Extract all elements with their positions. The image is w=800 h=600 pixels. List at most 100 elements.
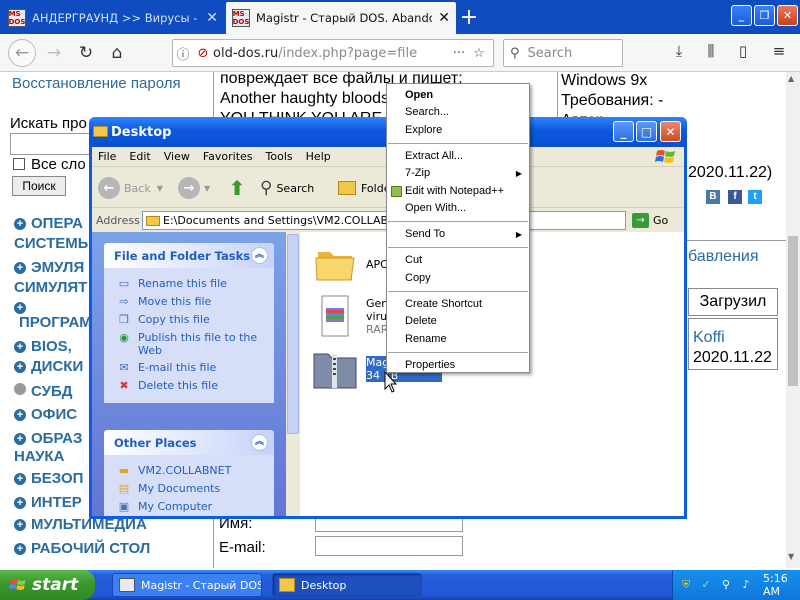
- address-input[interactable]: E:\Documents and Settings\VM2.COLLABNET\…: [142, 211, 626, 230]
- password-recovery-link[interactable]: Восстановление пароля: [12, 75, 181, 92]
- other-place-item[interactable]: ▣ My Computer: [116, 500, 274, 514]
- library-icon[interactable]: ⫼: [700, 42, 722, 64]
- checkbox[interactable]: [13, 158, 25, 170]
- file-task-item[interactable]: ▭ Rename this file: [116, 277, 274, 291]
- comment-email-input[interactable]: [315, 536, 463, 556]
- context-menu-item[interactable]: Delete: [388, 313, 528, 330]
- browser-tab-magistr[interactable]: MSDOS Magistr - Старый DOS. Abandonwa ✕: [226, 2, 456, 34]
- forward-button[interactable]: → ▼: [178, 175, 210, 201]
- file-task-item[interactable]: ⇨ Move this file: [116, 295, 274, 309]
- menu-file[interactable]: File: [98, 150, 116, 163]
- file-task-item[interactable]: ❐ Copy this file: [116, 313, 274, 327]
- menu-help[interactable]: Help: [306, 150, 331, 163]
- new-tab-button[interactable]: +: [458, 5, 480, 30]
- site-menu-item[interactable]: СУБД: [14, 383, 72, 400]
- file-task-item[interactable]: ◉ Publish this file to the Web: [116, 331, 274, 357]
- added-label: бавления: [688, 248, 759, 265]
- search-bar[interactable]: ⚲ Search: [503, 39, 623, 67]
- site-menu-item[interactable]: СИМУЛЯТ: [14, 279, 87, 296]
- hamburger-menu-icon[interactable]: ≡: [768, 42, 790, 64]
- twitter-share-icon[interactable]: t: [748, 190, 762, 204]
- menu-favorites[interactable]: Favorites: [203, 150, 253, 163]
- site-search-input[interactable]: [10, 133, 90, 155]
- taskbar-item-desktop[interactable]: Desktop: [272, 573, 422, 597]
- vk-share-icon[interactable]: В: [706, 190, 720, 204]
- search-tray-icon[interactable]: ⚲: [719, 578, 733, 592]
- browser-maximize-button[interactable]: ❐: [754, 5, 775, 26]
- web-page-scrollbar[interactable]: ▲ ▼: [786, 72, 800, 568]
- context-menu-item[interactable]: Rename: [388, 331, 528, 348]
- browser-minimize-button[interactable]: _: [731, 5, 752, 26]
- bookmark-star-icon[interactable]: ☆: [469, 46, 489, 61]
- search-button[interactable]: ⚲ Search: [260, 175, 314, 201]
- downloads-icon[interactable]: ⤓: [668, 42, 690, 64]
- context-menu-item[interactable]: Cut: [388, 252, 528, 269]
- maximize-button[interactable]: □: [636, 121, 657, 142]
- close-tab-icon[interactable]: ✕: [206, 10, 218, 26]
- site-menu-item[interactable]: + BIOS,: [14, 338, 72, 355]
- url-bar[interactable]: ⓘ ⊘ old-dos.ru/index.php?page=file ··· ☆: [172, 39, 494, 67]
- context-menu-item[interactable]: Extract All...: [388, 148, 528, 165]
- site-menu-item[interactable]: + БЕЗОП: [14, 470, 83, 487]
- context-menu-item[interactable]: Open With...: [388, 200, 528, 217]
- file-task-item[interactable]: ✖ Delete this file: [116, 379, 274, 393]
- facebook-share-icon[interactable]: f: [728, 190, 742, 204]
- all-words-option[interactable]: Все сло: [13, 156, 86, 173]
- menu-view[interactable]: View: [164, 150, 190, 163]
- info-icon[interactable]: ⓘ: [173, 44, 193, 63]
- reload-button[interactable]: ↻: [72, 39, 100, 67]
- file-task-item[interactable]: ✉ E-mail this file: [116, 361, 274, 375]
- forward-arrow-icon: →: [178, 177, 200, 199]
- browser-close-button[interactable]: ✕: [777, 5, 798, 26]
- site-search-button[interactable]: Поиск: [12, 176, 66, 196]
- context-menu-item[interactable]: Open: [388, 87, 528, 104]
- context-menu-item[interactable]: Edit with Notepad++: [388, 183, 528, 200]
- site-menu-item[interactable]: + ЭМУЛЯ: [14, 259, 84, 276]
- site-menu-item[interactable]: + ОБРАЗ: [14, 430, 82, 447]
- close-tab-icon[interactable]: ✕: [438, 10, 450, 26]
- back-button[interactable]: ←: [8, 39, 36, 67]
- context-menu-label: Open: [405, 89, 434, 101]
- site-menu-item[interactable]: + ОПЕРА: [14, 215, 83, 232]
- context-menu-item[interactable]: Properties: [388, 357, 528, 374]
- site-menu-item[interactable]: НАУКА: [14, 448, 64, 465]
- network-icon[interactable]: ✓: [699, 578, 713, 592]
- context-menu-item[interactable]: 7-Zip ▶: [388, 165, 528, 182]
- collapse-chevron-icon[interactable]: ︽: [251, 247, 268, 264]
- other-places-header[interactable]: Other Places ︽: [104, 430, 274, 455]
- other-place-item[interactable]: ▤ My Documents: [116, 482, 274, 496]
- site-menu-item[interactable]: + ОФИС: [14, 406, 77, 423]
- forward-button[interactable]: →: [40, 39, 68, 67]
- go-button[interactable]: → Go: [632, 211, 668, 230]
- taskbar-item-firefox[interactable]: Magistr - Старый DOS...: [112, 573, 262, 597]
- context-menu-item[interactable]: Copy: [388, 270, 528, 287]
- context-menu-item[interactable]: Send To ▶: [388, 226, 528, 243]
- site-menu-item[interactable]: + РАБОЧИЙ СТОЛ: [14, 540, 150, 557]
- context-menu-item[interactable]: Create Shortcut: [388, 296, 528, 313]
- file-folder-tasks-header[interactable]: File and Folder Tasks ︽: [104, 243, 274, 268]
- home-button[interactable]: ⌂: [103, 39, 131, 67]
- close-button[interactable]: ✕: [660, 121, 681, 142]
- uploader-link[interactable]: Koffi: [693, 329, 725, 347]
- up-folder-button[interactable]: ⬆: [226, 175, 248, 201]
- page-actions-icon[interactable]: ···: [449, 46, 469, 61]
- minimize-button[interactable]: _: [613, 121, 634, 142]
- security-shield-icon[interactable]: ⛨: [679, 578, 693, 592]
- folders-button[interactable]: Folde: [338, 175, 390, 201]
- volume-icon[interactable]: ♪: [739, 578, 753, 592]
- site-menu-item[interactable]: + ДИСКИ: [14, 358, 83, 375]
- other-place-item[interactable]: ▬ VM2.COLLABNET: [116, 464, 274, 478]
- context-menu-item[interactable]: Explore: [388, 122, 528, 139]
- task-pane-scrollbar[interactable]: [286, 232, 300, 516]
- sidebar-icon[interactable]: ▯: [732, 42, 754, 64]
- context-menu-item[interactable]: Search...: [388, 104, 528, 121]
- menu-tools[interactable]: Tools: [266, 150, 293, 163]
- site-menu-item[interactable]: + ИНТЕР: [14, 494, 82, 511]
- back-button[interactable]: ← Back ▼: [98, 175, 163, 201]
- menu-edit[interactable]: Edit: [129, 150, 150, 163]
- browser-tab-viruses[interactable]: MS DOS АНДЕРГРАУНД >> Вирусы - Ст ✕: [2, 2, 224, 34]
- collapse-chevron-icon[interactable]: ︽: [251, 434, 268, 451]
- site-menu-item[interactable]: ПРОГРАМ: [14, 314, 92, 331]
- site-menu-item[interactable]: СИСТЕМЫ: [14, 235, 92, 252]
- start-button[interactable]: start: [0, 570, 95, 600]
